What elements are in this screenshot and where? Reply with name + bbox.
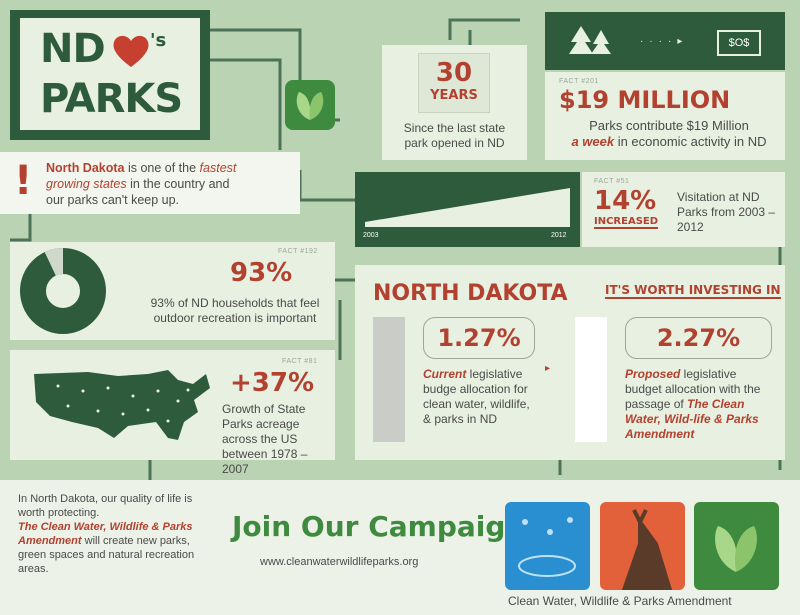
acreage-text: Growth of State Parks acreage across the… [222, 402, 308, 476]
leaves-icon [694, 502, 779, 590]
visitation-chart: 2003 2012 [355, 172, 580, 247]
arrow-right-icon: ▸ [545, 363, 551, 374]
acreage-pct: +37% [230, 368, 315, 398]
logo-nd: ND [40, 26, 106, 72]
money-icon: $O$ [717, 30, 761, 56]
visit-pct: 14% [594, 186, 657, 216]
trees-to-money-banner: ····▸ $O$ [545, 12, 785, 70]
money-panel: FACT #201 $19 MILLION Parks contribute $… [545, 72, 785, 160]
proposed-text: Proposed legislative budget allocation w… [625, 367, 761, 441]
footer-text: In North Dakota, our quality of life is … [18, 493, 195, 575]
home-icon [52, 278, 74, 300]
visit-text: Visitation at ND Parks from 2003 – 2012 [677, 190, 776, 234]
tree-icon [569, 26, 611, 54]
money-text: Parks contribute $19 Million a week in ec… [571, 118, 767, 149]
intro-banner: ! North Dakota is one of the fastest grow… [0, 152, 300, 214]
arrow-icon: ····▸ [640, 36, 689, 47]
leaf-badge [285, 80, 335, 130]
current-bar [373, 317, 405, 442]
invest-title: NORTH DAKOTA [373, 281, 568, 306]
households-donut [20, 248, 106, 334]
proposed-pct-box: 2.27% [625, 317, 772, 359]
exclamation-icon: ! [14, 158, 33, 204]
current-text: Current legislative budge allocation for… [423, 367, 530, 426]
visitation-panel: FACT #51 14% INCREASED Visitation at ND … [582, 172, 785, 247]
acreage-panel: FACT #81 +37% Growth of State Parks acre… [10, 350, 335, 476]
deer-icon [600, 502, 685, 590]
years-text: Since the last state park opened in ND [403, 121, 506, 150]
invest-sub: IT'S WORTH INVESTING IN [605, 283, 781, 299]
households-text: 93% of ND households that feel outdoor r… [150, 296, 320, 325]
visit-increased: INCREASED [594, 216, 659, 229]
intro-text: North Dakota is one of the fastest growin… [46, 161, 237, 207]
logo-parks: PARKS [40, 76, 183, 122]
us-map-icon [34, 370, 210, 440]
households-panel: FACT #192 93% 93% of ND households that … [10, 242, 335, 340]
campaign-link[interactable]: www.cleanwaterwildlifeparks.org [260, 556, 418, 568]
visitation-area [365, 188, 570, 227]
join-heading: Join Our Campaign [232, 510, 526, 543]
leaf-icon [296, 92, 324, 120]
logo-possessive: 's [150, 30, 167, 51]
years-panel: 30 YEARS Since the last state park opene… [382, 45, 527, 160]
logo-panel: ND 's PARKS [20, 18, 200, 130]
households-pct: 93% [230, 258, 293, 288]
current-pct-box: 1.27% [423, 317, 535, 359]
proposed-bar [575, 317, 607, 442]
amendment-label: Clean Water, Wildlife & Parks Amendment [508, 594, 732, 608]
heart-icon [113, 35, 149, 67]
money-big: $19 MILLION [559, 86, 731, 114]
water-icon [505, 502, 590, 590]
calendar-icon: 30 YEARS [418, 53, 490, 113]
footer: In North Dakota, our quality of life is … [0, 480, 800, 615]
invest-panel: NORTH DAKOTA IT'S WORTH INVESTING IN 1.2… [355, 265, 785, 460]
